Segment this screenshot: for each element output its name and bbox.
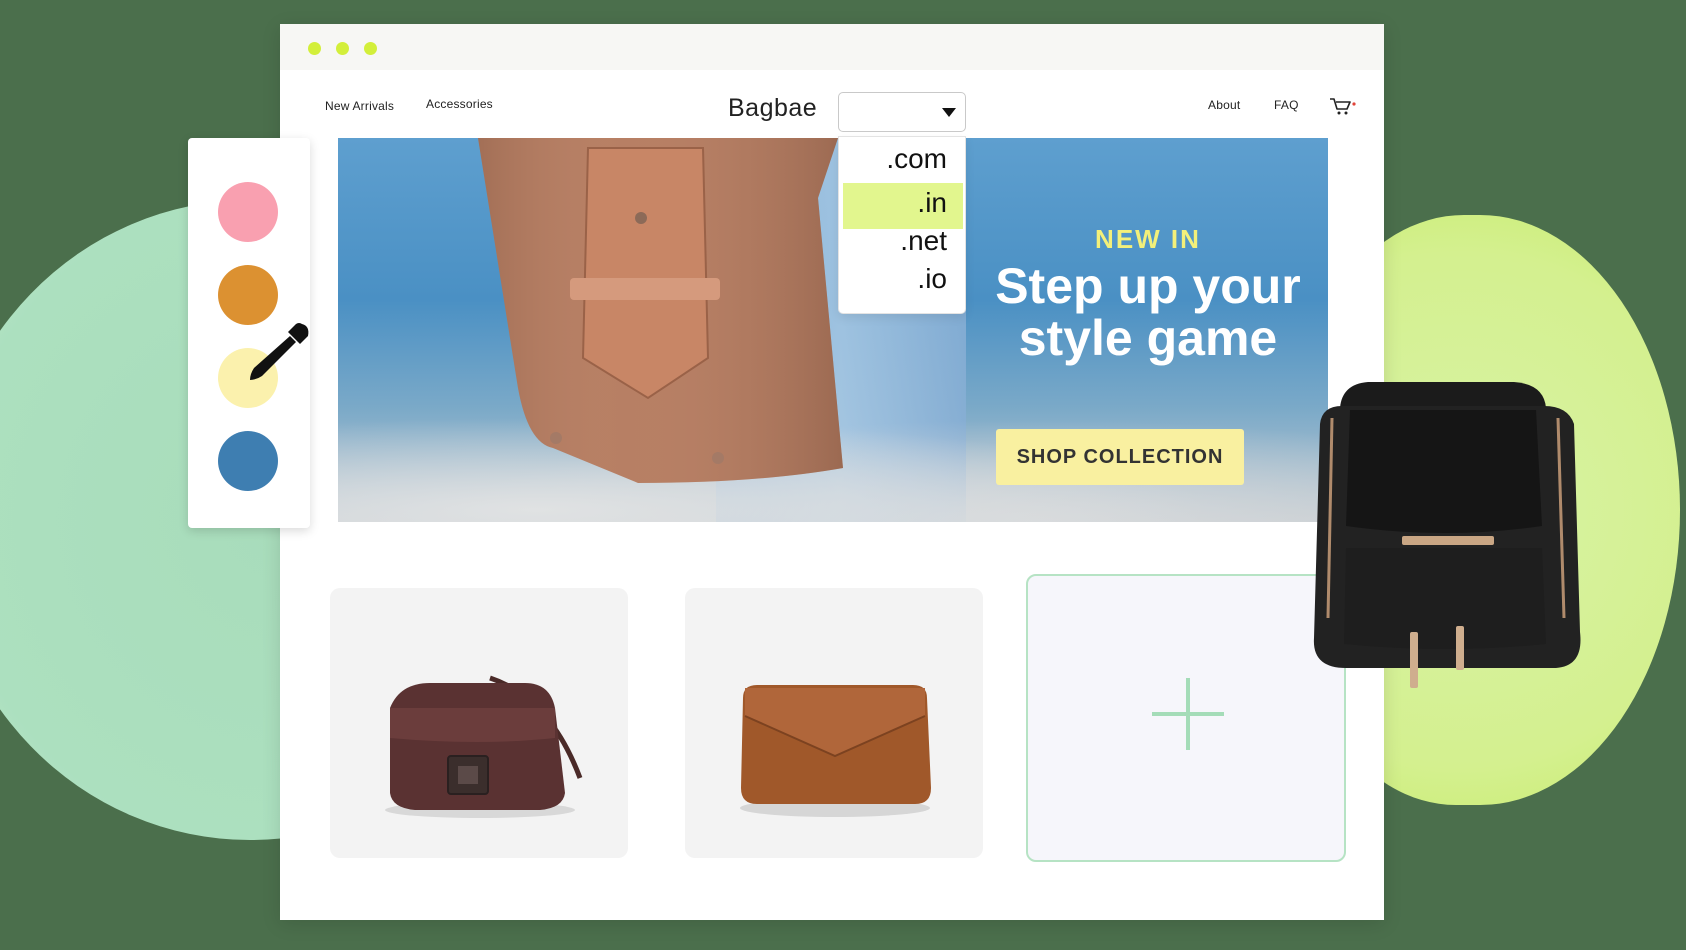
cart-icon[interactable] bbox=[1328, 96, 1358, 116]
product-card[interactable] bbox=[685, 588, 983, 858]
hero-headline-line1: Step up your bbox=[995, 258, 1301, 314]
window-titlebar bbox=[280, 24, 1384, 70]
eyedropper-icon[interactable] bbox=[244, 318, 314, 386]
window-dot-minimize[interactable] bbox=[336, 42, 349, 55]
dropdown-option-com[interactable]: .com bbox=[886, 143, 947, 175]
domain-dropdown-list: .com .in .net .io bbox=[838, 136, 966, 314]
dropdown-option-in[interactable]: .in bbox=[917, 187, 947, 219]
shop-collection-button[interactable]: SHOP COLLECTION bbox=[996, 429, 1244, 485]
chevron-down-icon[interactable] bbox=[942, 108, 956, 117]
nav-link-faq[interactable]: FAQ bbox=[1274, 98, 1299, 112]
color-swatch-blue[interactable] bbox=[218, 431, 278, 491]
hero-kicker: NEW IN bbox=[1095, 224, 1201, 254]
dropdown-option-net[interactable]: .net bbox=[900, 225, 947, 257]
hero-headline-line2: style game bbox=[1018, 310, 1278, 366]
nav-link-new-arrivals[interactable]: New Arrivals bbox=[325, 99, 394, 113]
add-product-card[interactable] bbox=[1026, 574, 1346, 862]
nav-link-accessories[interactable]: Accessories bbox=[426, 97, 493, 111]
browser-window: New Arrivals Accessories Bagbae About FA… bbox=[280, 24, 1384, 920]
domain-select[interactable] bbox=[838, 92, 966, 132]
plus-icon bbox=[1152, 678, 1224, 750]
window-dot-maximize[interactable] bbox=[364, 42, 377, 55]
hero-handbag-image bbox=[478, 138, 843, 483]
nav-link-about[interactable]: About bbox=[1208, 98, 1240, 112]
backpack-image bbox=[1313, 382, 1581, 688]
crossbody-bag-image bbox=[385, 675, 583, 818]
color-swatch-pink[interactable] bbox=[218, 182, 278, 242]
product-card[interactable] bbox=[330, 588, 628, 858]
dropdown-option-io[interactable]: .io bbox=[917, 263, 947, 295]
color-swatch-orange[interactable] bbox=[218, 265, 278, 325]
brand-logo[interactable]: Bagbae bbox=[728, 94, 817, 123]
clutch-bag-image bbox=[740, 685, 931, 817]
hero-headline: Step up your style game bbox=[950, 260, 1328, 364]
hero-banner: NEW IN Step up your style game SHOP COLL… bbox=[338, 138, 1328, 522]
window-dot-close[interactable] bbox=[308, 42, 321, 55]
